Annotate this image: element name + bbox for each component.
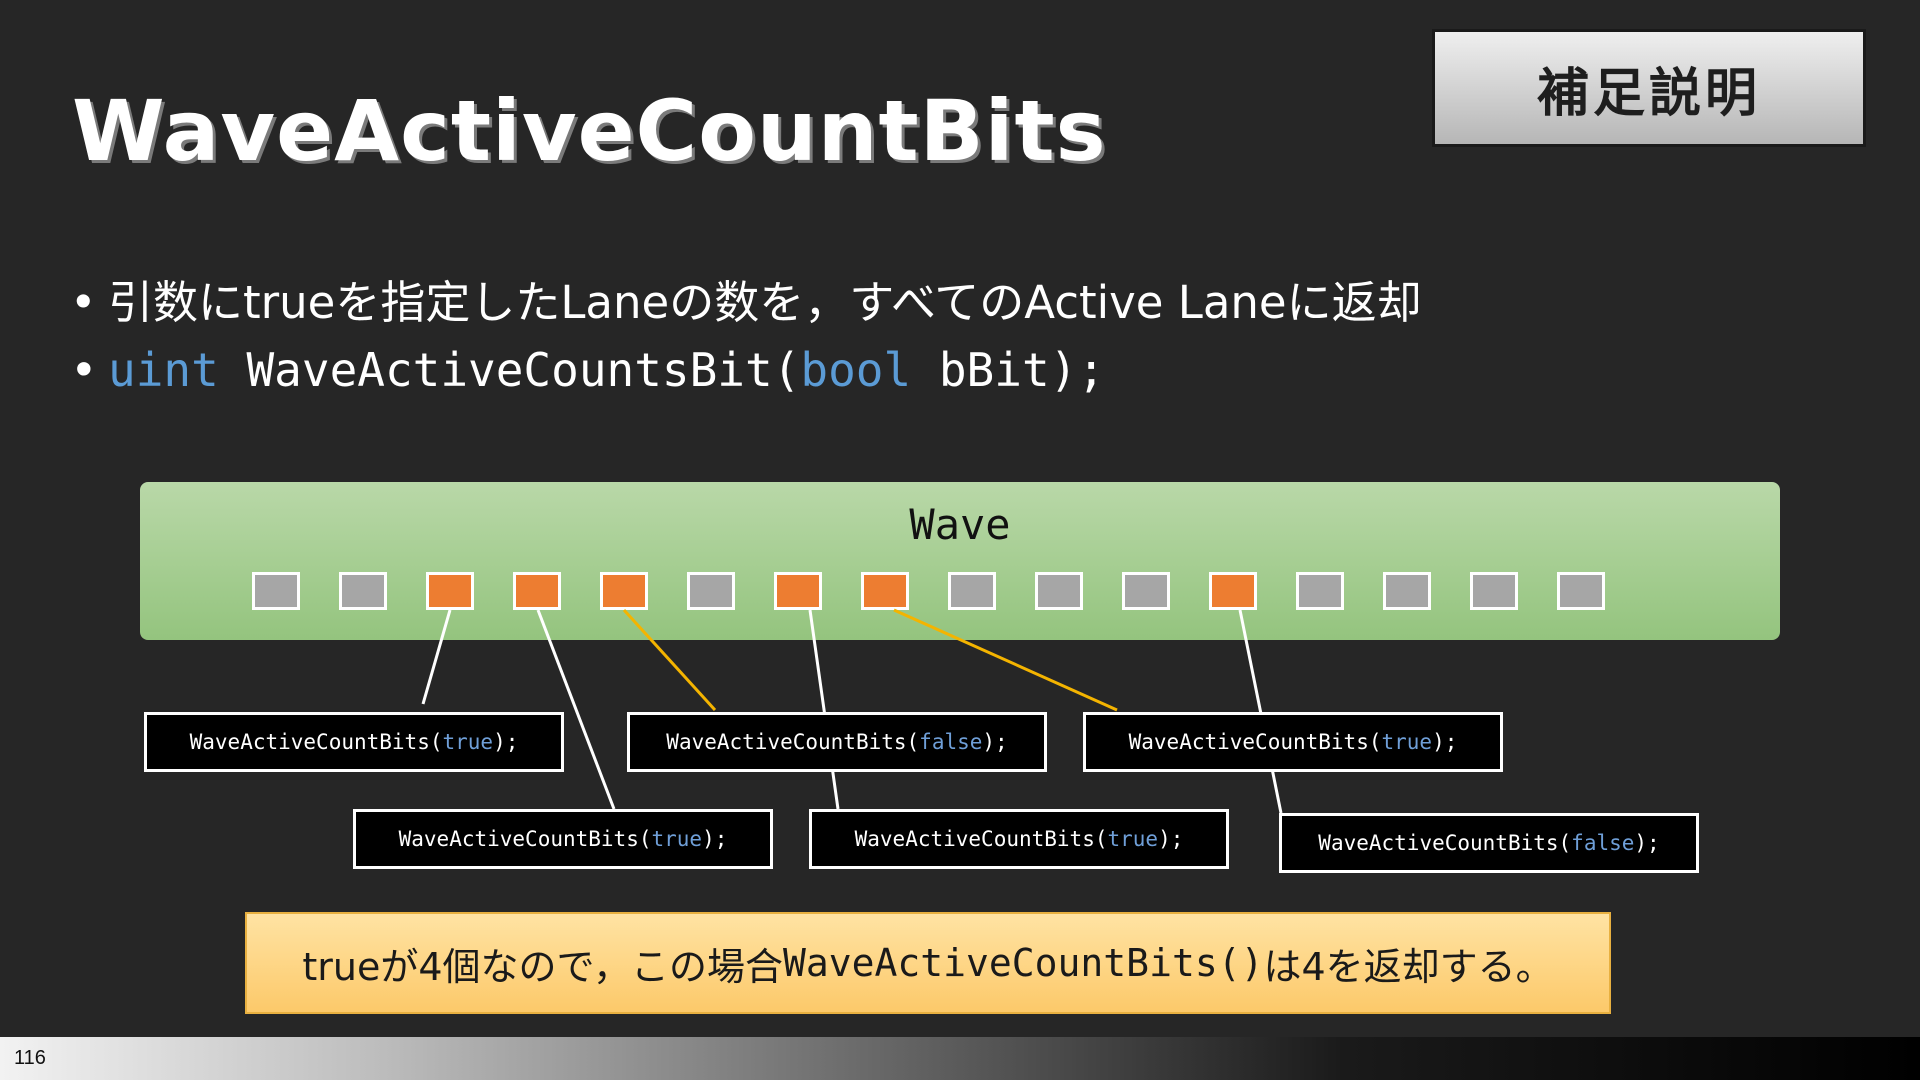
connector-line: [536, 609, 616, 810]
call-suffix: );: [982, 730, 1008, 754]
call-suffix: );: [493, 730, 519, 754]
call-argument: true: [651, 827, 703, 851]
footer-bar: 116: [0, 1037, 1920, 1080]
call-suffix: );: [1634, 831, 1660, 855]
call-suffix: );: [1432, 730, 1458, 754]
call-argument: true: [1107, 827, 1159, 851]
call-box: WaveActiveCountBits(true);: [809, 809, 1229, 869]
call-argument: false: [1571, 831, 1635, 855]
call-box: WaveActiveCountBits(true);: [353, 809, 773, 869]
call-box: WaveActiveCountBits(true);: [1083, 712, 1503, 772]
note-function: WaveActiveCountBits(): [783, 941, 1264, 985]
call-function: WaveActiveCountBits(: [854, 827, 1108, 851]
call-argument: false: [919, 730, 983, 754]
call-suffix: );: [702, 827, 728, 851]
connector-line: [893, 608, 1118, 712]
call-function: WaveActiveCountBits(: [666, 730, 920, 754]
note-text-end: は4を返却する。: [1263, 944, 1554, 989]
call-box: WaveActiveCountBits(false);: [627, 712, 1047, 772]
connector-line: [421, 609, 452, 705]
call-suffix: );: [1158, 827, 1184, 851]
call-box: WaveActiveCountBits(false);: [1279, 813, 1699, 873]
note-text: trueが4個なので，この場合: [302, 944, 784, 989]
call-function: WaveActiveCountBits(: [398, 827, 652, 851]
call-function: WaveActiveCountBits(: [1318, 831, 1572, 855]
connector-line: [808, 609, 840, 810]
call-argument: true: [442, 730, 494, 754]
call-box: WaveActiveCountBits(true);: [144, 712, 564, 772]
call-function: WaveActiveCountBits(: [1128, 730, 1382, 754]
connector-line: [622, 608, 717, 712]
page-number: 116: [14, 1047, 46, 1069]
call-argument: true: [1381, 730, 1433, 754]
call-function: WaveActiveCountBits(: [189, 730, 443, 754]
summary-note: trueが4個なので，この場合 WaveActiveCountBits() は4を…: [245, 912, 1611, 1014]
